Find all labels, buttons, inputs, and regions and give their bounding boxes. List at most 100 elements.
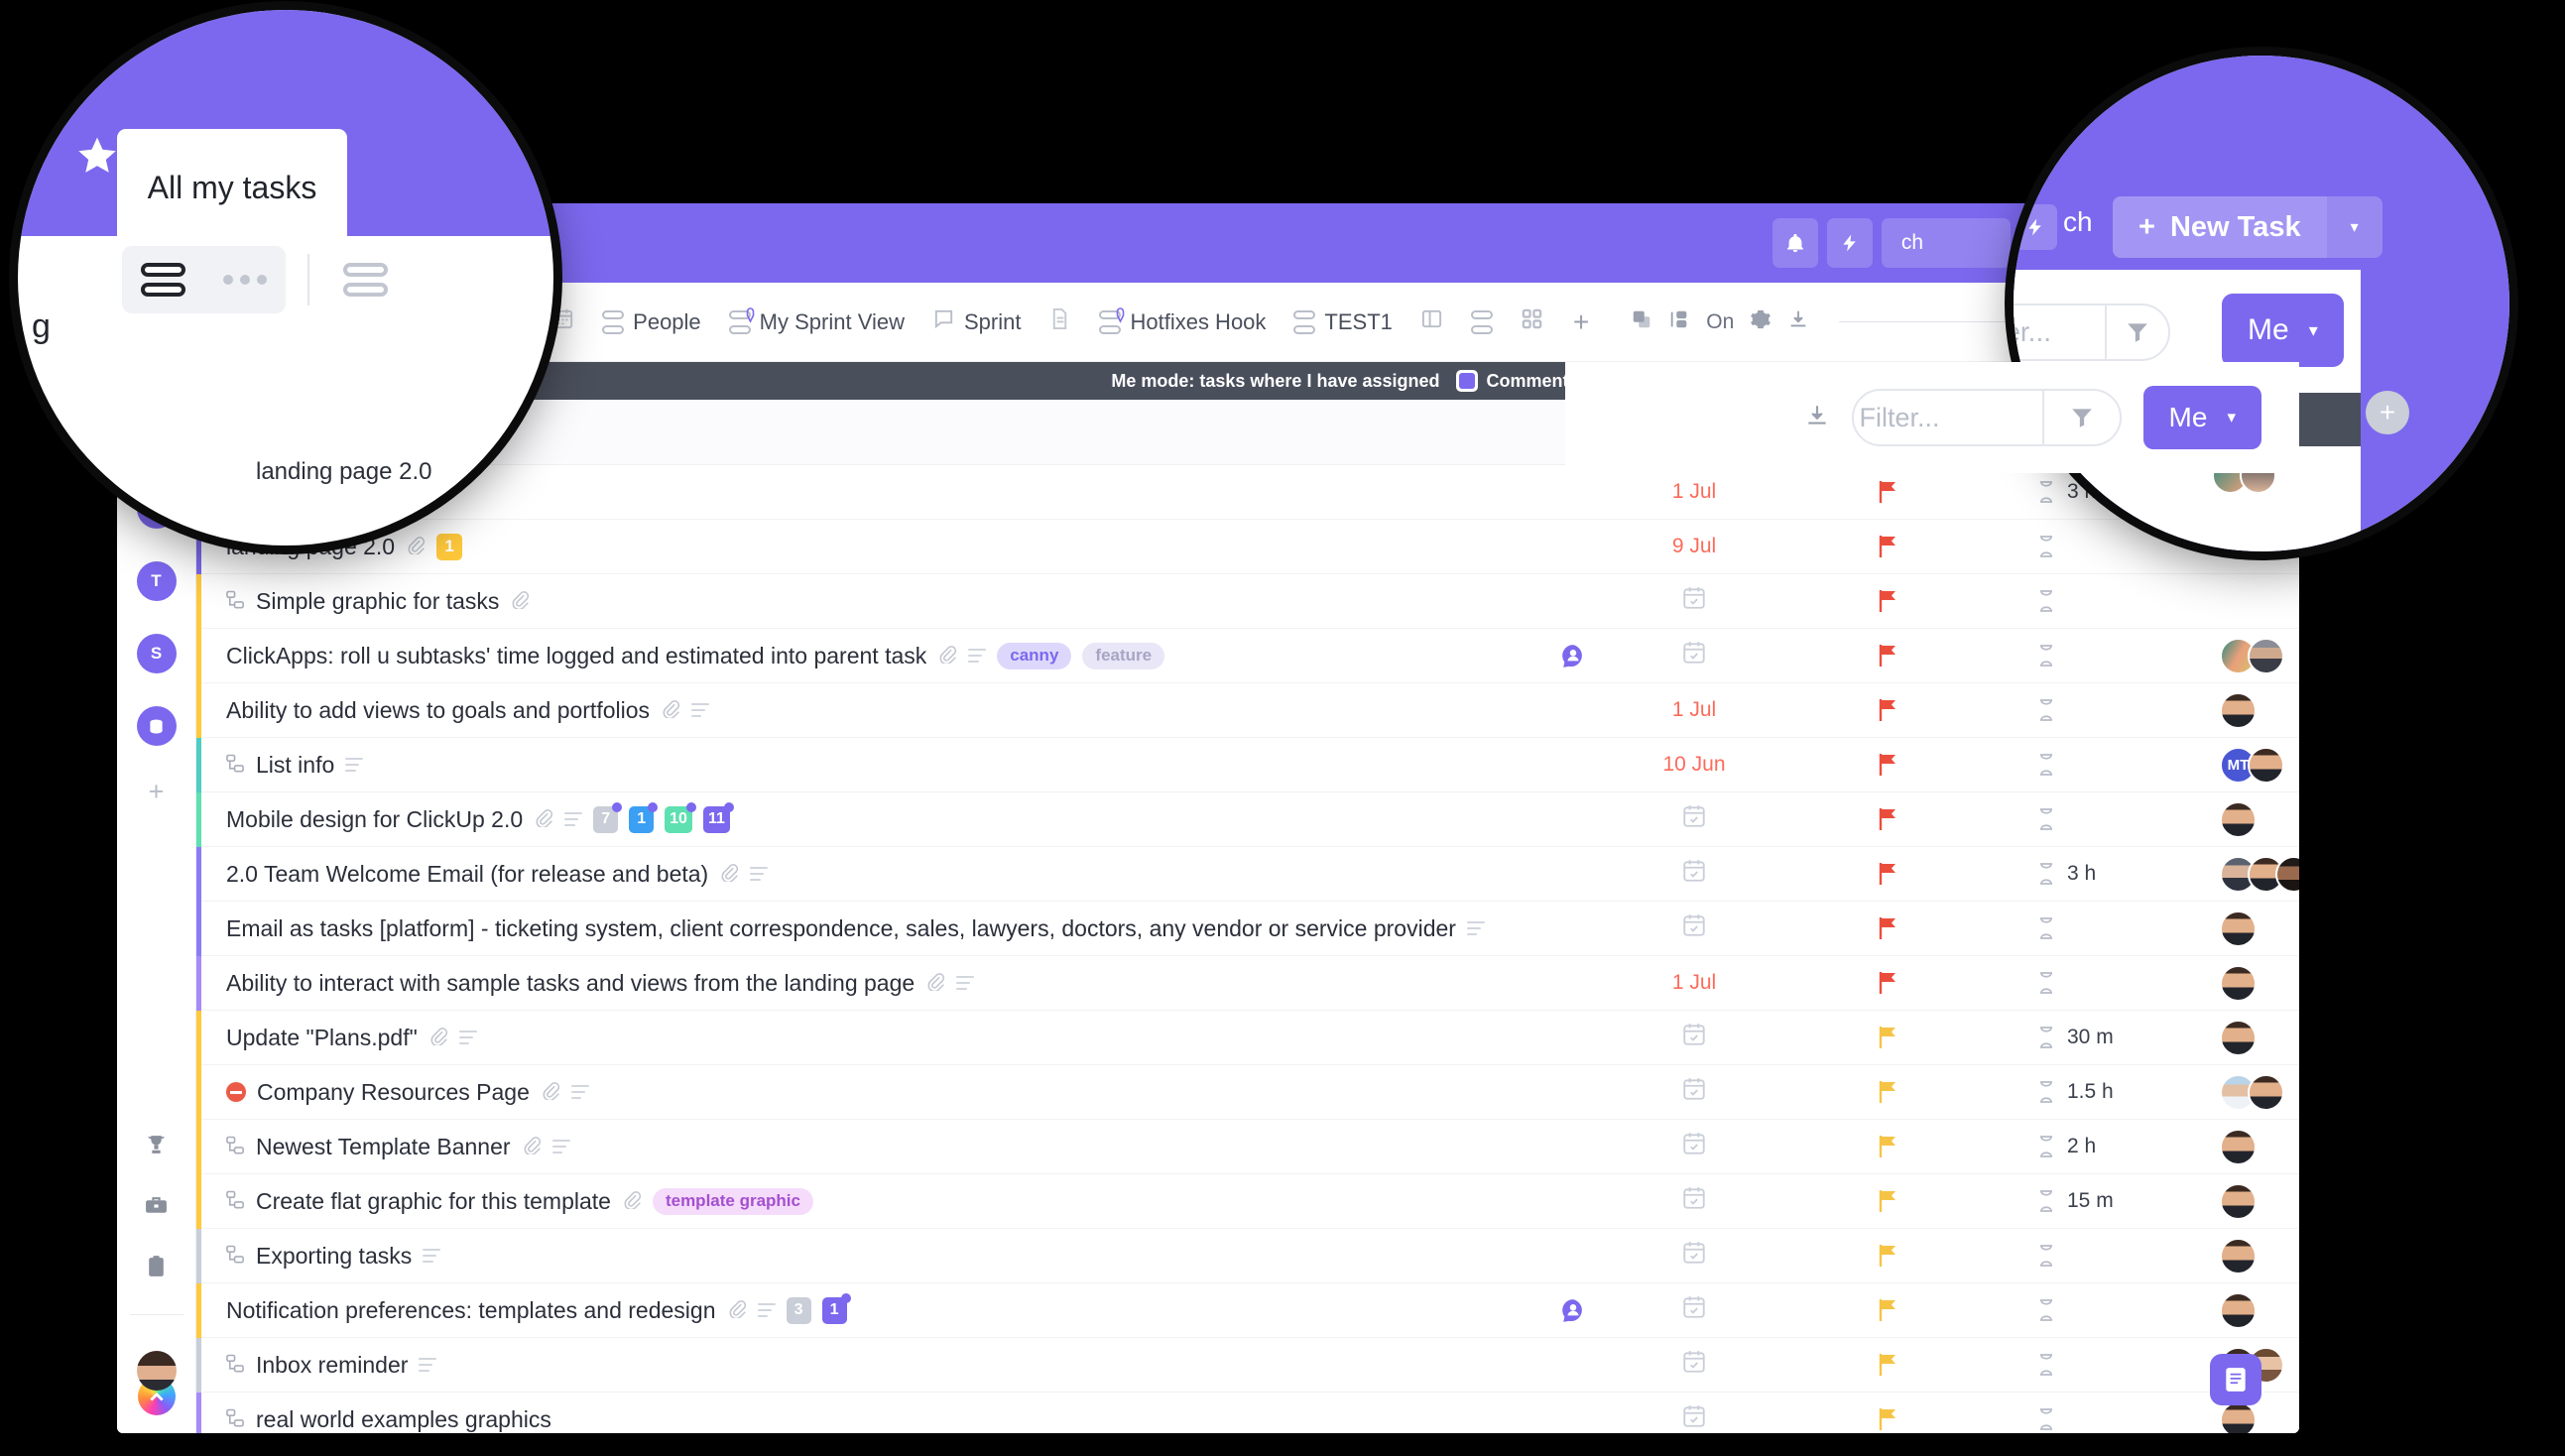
task-title-cell[interactable]: 2.0 Team Welcome Email (for release and … bbox=[226, 861, 769, 888]
time-estimate-cell[interactable] bbox=[2036, 644, 2056, 667]
lightning-icon[interactable] bbox=[2014, 204, 2057, 250]
due-date-cell[interactable] bbox=[1615, 1131, 1773, 1162]
duplicate-icon[interactable] bbox=[1631, 308, 1652, 335]
description-icon[interactable] bbox=[691, 703, 710, 717]
priority-cell[interactable] bbox=[1848, 1353, 1927, 1377]
due-date-cell[interactable] bbox=[1615, 585, 1773, 617]
due-date-cell[interactable]: 1 Jul bbox=[1615, 698, 1773, 722]
avatar[interactable] bbox=[2220, 910, 2257, 947]
description-icon[interactable] bbox=[564, 812, 583, 826]
due-date-cell[interactable]: 1 Jul bbox=[1615, 971, 1773, 995]
calendar-icon[interactable] bbox=[1681, 1296, 1707, 1325]
task-title-cell[interactable]: real world examples graphics bbox=[226, 1406, 551, 1433]
priority-cell[interactable] bbox=[1848, 807, 1927, 831]
lightning-icon[interactable] bbox=[1826, 218, 1873, 268]
comment-assigned-icon[interactable] bbox=[1560, 1297, 1586, 1323]
table-row[interactable]: landing page 2.0 1 9 Jul bbox=[196, 520, 2299, 574]
tab-list[interactable] bbox=[1457, 283, 1507, 362]
attachment-icon[interactable] bbox=[406, 534, 426, 560]
calendar-icon[interactable] bbox=[1681, 587, 1707, 616]
chevron-down-icon[interactable]: ▾ bbox=[2326, 196, 2382, 258]
task-title-cell[interactable]: Ability to add views to goals and portfo… bbox=[226, 697, 710, 724]
table-row[interactable]: Inbox reminder bbox=[196, 1338, 2299, 1393]
due-date-cell[interactable] bbox=[1615, 1349, 1773, 1381]
task-title-cell[interactable]: Simple graphic for tasks bbox=[226, 588, 530, 615]
attachment-icon[interactable] bbox=[622, 1188, 642, 1215]
download-icon[interactable] bbox=[1787, 308, 1809, 335]
calendar-icon[interactable] bbox=[1681, 642, 1707, 670]
assignees-cell[interactable] bbox=[2220, 800, 2257, 838]
task-title-cell[interactable]: Update "Plans.pdf" bbox=[226, 1025, 477, 1051]
attachment-icon[interactable] bbox=[727, 1297, 747, 1324]
avatar[interactable] bbox=[2220, 1182, 2257, 1220]
avatar[interactable] bbox=[2220, 964, 2257, 1002]
tab-hotfixes-hook[interactable]: Hotfixes Hook bbox=[1085, 283, 1280, 362]
task-title-cell[interactable]: Notification preferences: templates and … bbox=[226, 1292, 851, 1324]
due-date-cell[interactable] bbox=[1615, 1022, 1773, 1053]
time-estimate-cell[interactable]: 3 h bbox=[2036, 862, 2096, 886]
calendar-icon[interactable] bbox=[1681, 860, 1707, 889]
calendar-icon[interactable] bbox=[1681, 1078, 1707, 1107]
table-row[interactable]: List info 10 Jun MT bbox=[196, 738, 2299, 792]
description-icon[interactable] bbox=[345, 758, 364, 772]
due-date-cell[interactable] bbox=[1615, 803, 1773, 835]
task-title-cell[interactable]: Mobile design for ClickUp 2.0 7 1 10 11 bbox=[226, 801, 734, 833]
priority-cell[interactable] bbox=[1848, 480, 1927, 504]
gear-icon[interactable] bbox=[1750, 308, 1771, 335]
toggle-comments[interactable]: Comments bbox=[1455, 370, 1579, 392]
count-badge[interactable]: 10 bbox=[665, 801, 696, 833]
avatar[interactable] bbox=[2220, 1128, 2257, 1165]
bell-icon[interactable] bbox=[1771, 218, 1818, 268]
table-row[interactable]: 2.0 Team Welcome Email (for release and … bbox=[196, 847, 2299, 902]
count-badge[interactable]: 11 bbox=[702, 801, 734, 833]
attachment-icon[interactable] bbox=[428, 1025, 448, 1051]
table-row[interactable]: Create flat graphic for this template tem… bbox=[196, 1174, 2299, 1229]
priority-cell[interactable] bbox=[1848, 1298, 1927, 1322]
time-estimate-cell[interactable] bbox=[2036, 1353, 2056, 1377]
assignees-cell[interactable] bbox=[2220, 855, 2299, 893]
table-row[interactable]: Ability to interact with sample tasks an… bbox=[196, 956, 2299, 1011]
table-row[interactable]: Company Resources Page 1.5 h bbox=[196, 1065, 2299, 1120]
more-dots-icon[interactable] bbox=[223, 275, 267, 285]
time-estimate-cell[interactable] bbox=[2036, 1407, 2056, 1431]
view-toggle-group[interactable] bbox=[122, 246, 286, 313]
tab-my-sprint-view[interactable]: My Sprint View bbox=[715, 283, 918, 362]
assignees-cell[interactable] bbox=[2220, 910, 2257, 947]
assignees-cell[interactable] bbox=[2220, 637, 2284, 674]
table-row[interactable]: Exporting tasks bbox=[196, 1229, 2299, 1283]
priority-cell[interactable] bbox=[1848, 1244, 1927, 1268]
time-estimate-cell[interactable]: 15 m bbox=[2036, 1189, 2114, 1213]
avatar[interactable] bbox=[136, 1351, 177, 1391]
attachment-icon[interactable] bbox=[522, 1134, 542, 1160]
search-button[interactable]: ch bbox=[1881, 218, 2011, 268]
tab-board[interactable] bbox=[1406, 283, 1457, 362]
task-title-cell[interactable]: Ability to interact with sample tasks an… bbox=[226, 970, 975, 997]
description-icon[interactable] bbox=[757, 1303, 776, 1317]
tab-test1[interactable]: TEST1 bbox=[1280, 283, 1405, 362]
assignees-cell[interactable] bbox=[2220, 1182, 2257, 1220]
comment-assigned-icon[interactable] bbox=[1560, 643, 1586, 668]
add-space-button[interactable]: + bbox=[149, 779, 165, 805]
priority-cell[interactable] bbox=[1848, 916, 1927, 940]
due-date-cell[interactable] bbox=[1615, 1294, 1773, 1326]
due-date-cell[interactable] bbox=[1615, 858, 1773, 890]
avatar[interactable] bbox=[2220, 1237, 2257, 1274]
space-s[interactable]: S bbox=[136, 634, 177, 673]
filter-input[interactable]: Filter... bbox=[2014, 316, 2105, 348]
due-date-cell[interactable] bbox=[1615, 640, 1773, 671]
briefcase-icon[interactable] bbox=[144, 1193, 169, 1218]
attachment-icon[interactable] bbox=[661, 697, 680, 724]
clipboard-icon[interactable] bbox=[144, 1254, 169, 1278]
description-icon[interactable] bbox=[1466, 921, 1485, 935]
due-date-cell[interactable]: 1 Jul bbox=[1615, 480, 1773, 504]
time-estimate-cell[interactable] bbox=[2036, 589, 2056, 613]
priority-cell[interactable] bbox=[1848, 862, 1927, 886]
assignees-cell[interactable] bbox=[2220, 691, 2257, 729]
priority-cell[interactable] bbox=[1848, 753, 1927, 777]
avatar[interactable] bbox=[2220, 1291, 2257, 1329]
task-tag[interactable]: feature bbox=[1082, 642, 1165, 669]
time-estimate-cell[interactable] bbox=[2036, 753, 2056, 777]
time-estimate-cell[interactable]: 30 m bbox=[2036, 1026, 2114, 1049]
time-estimate-cell[interactable] bbox=[2036, 971, 2056, 995]
calendar-icon[interactable] bbox=[1681, 805, 1707, 834]
